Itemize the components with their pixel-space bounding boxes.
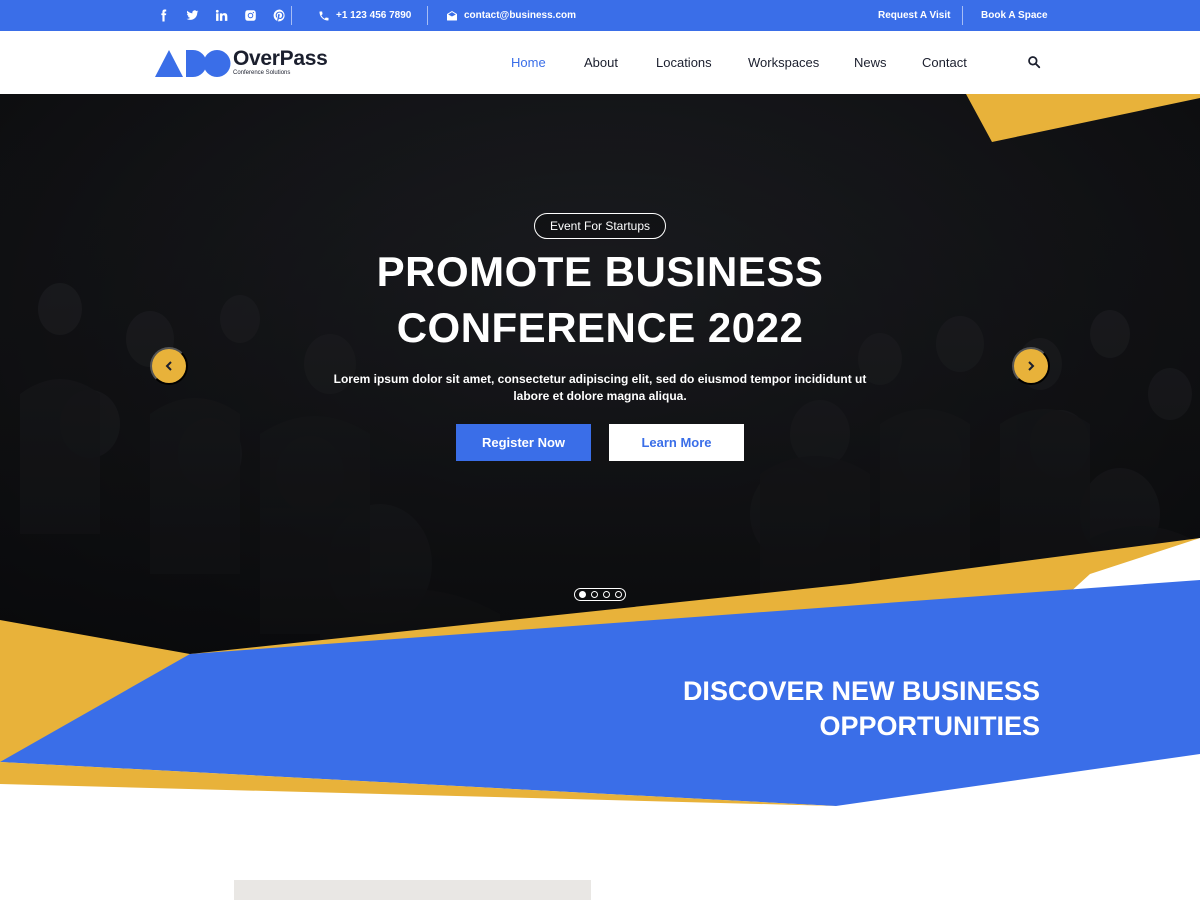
event-badge: Event For Startups [534,213,666,239]
discover-heading-line1: DISCOVER NEW BUSINESS [682,676,1040,706]
linkedin-icon[interactable] [214,8,229,23]
learn-more-button[interactable]: Learn More [609,424,744,461]
divider [962,6,963,25]
social-links [156,0,287,31]
slider-dot-2[interactable] [590,591,598,598]
main-menu: Home About Locations Workspaces News Con… [0,31,1200,94]
discover-heading: DISCOVER NEW BUSINESS OPPORTUNITIES [520,674,1040,744]
register-now-button[interactable]: Register Now [456,424,591,461]
hero-section: Event For Startups PROMOTE BUSINESS CONF… [0,94,1200,900]
slider-pagination [574,588,626,601]
nav-item-home[interactable]: Home [511,31,546,94]
nav-item-news[interactable]: News [854,31,887,94]
chevron-right-icon [1028,361,1035,371]
hero-title: PROMOTE BUSINESS CONFERENCE 2022 [300,244,900,356]
nav-item-contact[interactable]: Contact [922,31,967,94]
email-address: contact@business.com [464,10,577,21]
discover-heading-line2: OPPORTUNITIES [819,711,1040,741]
chevron-left-icon [165,361,172,371]
top-bar: +1 123 456 7890 contact@business.com Req… [0,0,1200,31]
slider-prev-button[interactable] [150,347,188,385]
email-contact[interactable]: contact@business.com [446,0,576,31]
slider-next-button[interactable] [1012,347,1050,385]
request-visit-link[interactable]: Request A Visit [878,0,950,31]
section-image [234,880,591,900]
hero-description: Lorem ipsum dolor sit amet, consectetur … [330,371,870,405]
nav-item-about[interactable]: About [584,31,618,94]
nav-item-locations[interactable]: Locations [656,31,712,94]
twitter-icon[interactable] [185,8,200,23]
slider-dot-1[interactable] [578,591,586,598]
hero-description-line2: labore et dolore magna aliqua. [513,389,687,403]
book-space-link[interactable]: Book A Space [981,0,1048,31]
hero-description-line1: Lorem ipsum dolor sit amet, consectetur … [333,372,867,386]
pinterest-icon[interactable] [272,8,287,23]
nav-item-workspaces[interactable]: Workspaces [748,31,819,94]
divider [427,6,428,25]
search-icon[interactable] [1027,55,1042,70]
instagram-icon[interactable] [243,8,258,23]
hero-title-line2: CONFERENCE 2022 [396,304,804,351]
facebook-icon[interactable] [156,8,171,23]
phone-number: +1 123 456 7890 [336,10,412,21]
main-navbar: OverPass Conference Solutions Home About… [0,31,1200,94]
hero-title-line1: PROMOTE BUSINESS [376,248,824,295]
slider-dot-4[interactable] [614,591,622,598]
divider [291,6,292,25]
slider-dot-3[interactable] [602,591,610,598]
phone-icon [319,11,329,20]
phone-contact[interactable]: +1 123 456 7890 [318,0,411,31]
envelope-icon [447,10,457,20]
